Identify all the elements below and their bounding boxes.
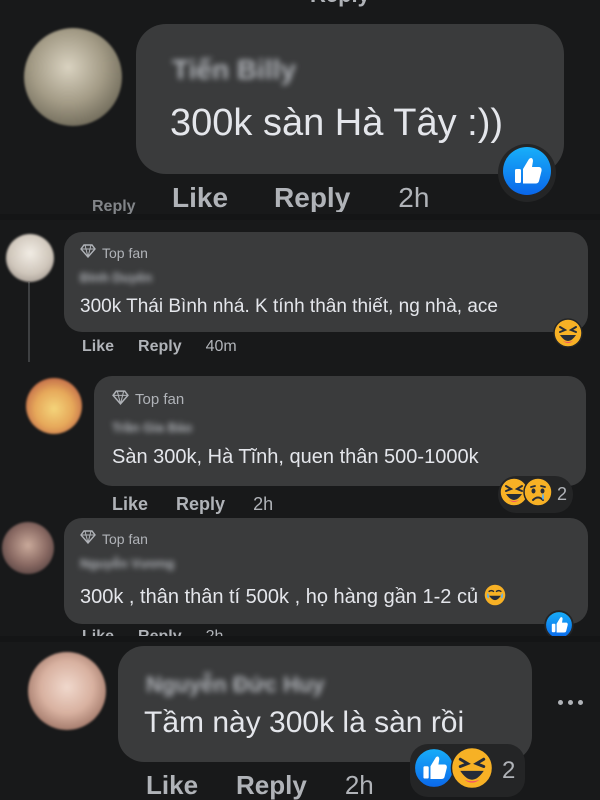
- comment-text: 300k Thái Bình nhá. K tính thân thiết, n…: [80, 296, 498, 317]
- diamond-icon: [80, 530, 96, 547]
- diamond-icon: [80, 244, 96, 261]
- top-fan-badge: Top fan: [80, 530, 148, 547]
- like-button[interactable]: Like: [172, 182, 228, 212]
- comment-timestamp[interactable]: 2h: [206, 628, 224, 636]
- thread-line: [28, 282, 30, 362]
- avatar[interactable]: [2, 522, 54, 574]
- comment-text: Sàn 300k, Hà Tĩnh, quen thân 500-1000k: [112, 446, 479, 468]
- haha-icon[interactable]: [553, 318, 583, 348]
- comment-bubble: Tiến Billy 300k sàn Hà Tây :)): [136, 24, 564, 174]
- reply-button[interactable]: Reply: [236, 770, 307, 800]
- comment-actions: Like Reply 2h: [172, 182, 429, 212]
- comment-text: 300k , thân thân tí 500k , họ hàng gần 1…: [80, 584, 506, 612]
- comment-bubble: Top fan Nguyễn Vương 300k , thân thân tí…: [64, 518, 588, 624]
- comment-actions: Like Reply 2h: [146, 770, 374, 800]
- top-fan-badge: Top fan: [80, 244, 148, 261]
- comment-actions: Like Reply 2h: [82, 628, 223, 636]
- avatar[interactable]: [28, 652, 106, 730]
- comment-bubble: Top fan Đinh Duyên 300k Thái Bình nhá. K…: [64, 232, 588, 332]
- like-button[interactable]: Like: [82, 628, 114, 636]
- avatar[interactable]: [6, 234, 54, 282]
- reply-button[interactable]: Reply: [274, 182, 350, 212]
- like-button[interactable]: Like: [82, 338, 114, 356]
- reaction-summary[interactable]: 2: [410, 744, 526, 797]
- reply-button[interactable]: Reply: [138, 628, 182, 636]
- comment-timestamp[interactable]: 2h: [345, 770, 374, 800]
- comment-author[interactable]: Trần Gia Bảo: [112, 420, 192, 435]
- reaction-summary[interactable]: [498, 144, 556, 202]
- divider: [0, 636, 600, 642]
- comment-thread: Reply Tiến Billy 300k sàn Hà Tây :)) Rep…: [0, 0, 600, 800]
- sad-icon: [523, 477, 553, 512]
- comment-actions: Like Reply 2h: [112, 494, 273, 515]
- like-button[interactable]: Like: [112, 494, 148, 515]
- comment-timestamp[interactable]: 40m: [206, 338, 237, 356]
- avatar[interactable]: [26, 378, 82, 434]
- divider: [0, 214, 600, 220]
- reaction-summary[interactable]: 2: [498, 476, 574, 513]
- comment-text: Tầm này 300k là sàn rồi: [144, 706, 465, 739]
- top-fragment: Reply: [310, 0, 370, 8]
- reply-button[interactable]: Reply: [176, 494, 225, 515]
- comment-author[interactable]: Nguyễn Đức Huy: [146, 672, 325, 698]
- comment-timestamp[interactable]: 2h: [398, 182, 429, 212]
- like-icon: [502, 146, 552, 201]
- haha-icon: [484, 584, 506, 612]
- comment-author[interactable]: Đinh Duyên: [80, 270, 152, 285]
- avatar[interactable]: [24, 28, 122, 126]
- comment-text: 300k sàn Hà Tây :)): [170, 102, 504, 144]
- comment-bubble: Top fan Trần Gia Bảo Sàn 300k, Hà Tĩnh, …: [94, 376, 586, 486]
- comment-timestamp[interactable]: 2h: [253, 494, 273, 515]
- reaction-count: 2: [557, 484, 568, 504]
- reply-button[interactable]: Reply: [138, 338, 182, 356]
- top-fan-badge: Top fan: [112, 390, 184, 409]
- comment-author[interactable]: Nguyễn Vương: [80, 556, 175, 571]
- comment-author[interactable]: Tiến Billy: [172, 54, 296, 86]
- reaction-count: 2: [502, 756, 516, 784]
- haha-icon: [450, 746, 494, 795]
- diamond-icon: [112, 390, 129, 409]
- like-button[interactable]: Like: [146, 770, 198, 800]
- more-icon[interactable]: [558, 700, 583, 705]
- comment-actions: Like Reply 40m: [82, 338, 237, 356]
